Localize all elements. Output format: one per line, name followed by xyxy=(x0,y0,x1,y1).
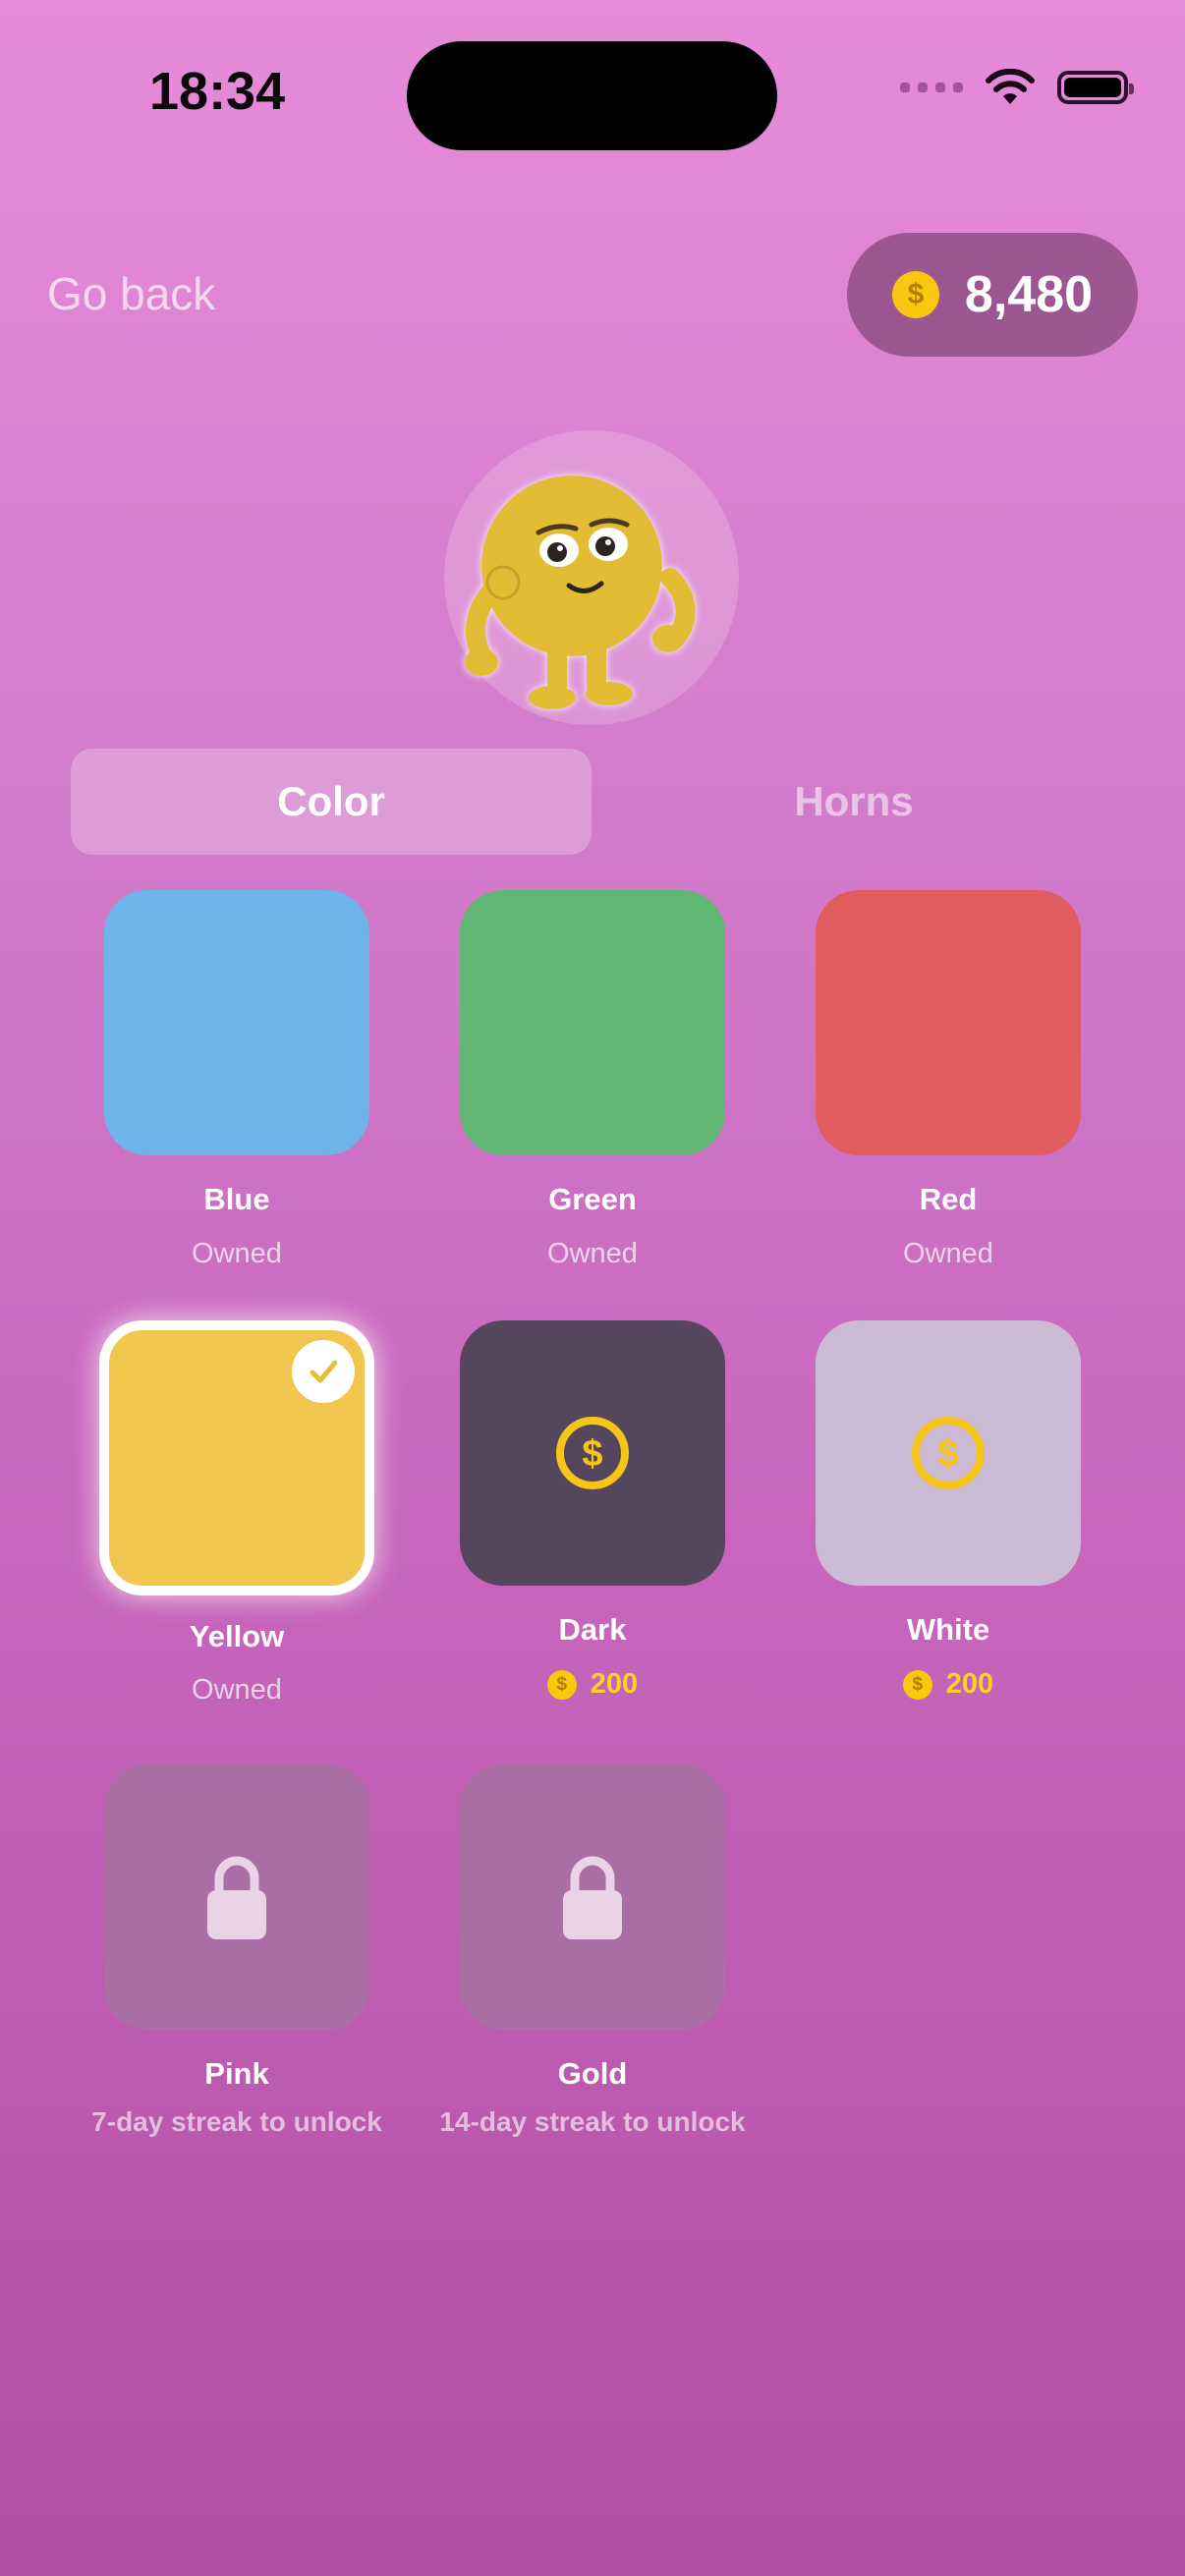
svg-text:$: $ xyxy=(937,1433,958,1475)
category-tabs: Color Horns xyxy=(71,749,1114,855)
mascot-preview xyxy=(444,430,739,725)
color-option-pink[interactable]: Pink 7-day streak to unlock xyxy=(91,1764,382,2137)
item-name: Yellow xyxy=(189,1619,285,1653)
unlock-requirement: 7-day streak to unlock xyxy=(91,2106,382,2137)
selected-check-icon xyxy=(292,1340,355,1403)
status-icons xyxy=(900,69,1134,106)
item-status: Owned xyxy=(903,1238,993,1269)
color-swatch[interactable]: $ xyxy=(460,1320,725,1586)
coin-icon: $ xyxy=(556,1417,629,1489)
signal-icon xyxy=(900,83,963,92)
color-swatch-locked[interactable] xyxy=(460,1764,725,2030)
coin-balance-value: 8,480 xyxy=(964,266,1094,323)
svg-text:$: $ xyxy=(582,1433,602,1475)
color-option-white[interactable]: $ White $ 200 xyxy=(816,1320,1081,1700)
coin-balance: $ 8,480 xyxy=(847,233,1138,357)
tab-horns[interactable]: Horns xyxy=(593,749,1114,855)
status-time: 18:34 xyxy=(149,62,286,121)
price-value: 200 xyxy=(945,1668,994,1700)
mascot-character xyxy=(465,476,696,709)
coin-icon: $ xyxy=(546,1669,577,1700)
color-option-red[interactable]: Red Owned xyxy=(816,890,1081,1269)
color-swatch[interactable] xyxy=(816,890,1081,1155)
coin-icon: $ xyxy=(891,271,939,318)
item-name: Blue xyxy=(203,1182,270,1216)
wifi-icon xyxy=(986,69,1035,104)
coin-icon: $ xyxy=(912,1417,985,1489)
item-name: Red xyxy=(919,1182,978,1216)
tab-color[interactable]: Color xyxy=(71,749,592,855)
color-option-blue[interactable]: Blue Owned xyxy=(104,890,369,1269)
lock-icon xyxy=(563,1856,622,1939)
coin-icon: $ xyxy=(902,1669,932,1700)
color-swatch-selected[interactable] xyxy=(99,1320,374,1596)
color-swatch[interactable]: $ xyxy=(816,1320,1081,1586)
item-name: White xyxy=(906,1612,990,1647)
item-name: Dark xyxy=(558,1612,627,1647)
dynamic-island xyxy=(407,41,777,150)
go-back-button[interactable]: Go back xyxy=(47,267,215,320)
item-name: Gold xyxy=(557,2056,628,2091)
color-option-green[interactable]: Green Owned xyxy=(460,890,725,1269)
item-status: Owned xyxy=(192,1238,282,1269)
battery-icon xyxy=(1057,71,1134,104)
lock-icon xyxy=(207,1856,266,1939)
item-price: $ 200 xyxy=(401,1668,784,1701)
color-option-gold[interactable]: Gold 14-day streak to unlock xyxy=(439,1764,746,2137)
item-price: $ 200 xyxy=(757,1668,1140,1701)
color-option-yellow[interactable]: Yellow Owned xyxy=(99,1320,374,1706)
item-name: Green xyxy=(548,1182,637,1216)
item-status: Owned xyxy=(192,1674,282,1706)
item-status: Owned xyxy=(547,1238,638,1269)
price-value: 200 xyxy=(590,1668,639,1700)
unlock-requirement: 14-day streak to unlock xyxy=(439,2106,746,2137)
color-swatch[interactable] xyxy=(104,890,369,1155)
item-name: Pink xyxy=(204,2056,269,2091)
color-swatch-locked[interactable] xyxy=(104,1764,369,2030)
color-option-dark[interactable]: $ Dark $ 200 xyxy=(460,1320,725,1700)
color-swatch[interactable] xyxy=(460,890,725,1155)
